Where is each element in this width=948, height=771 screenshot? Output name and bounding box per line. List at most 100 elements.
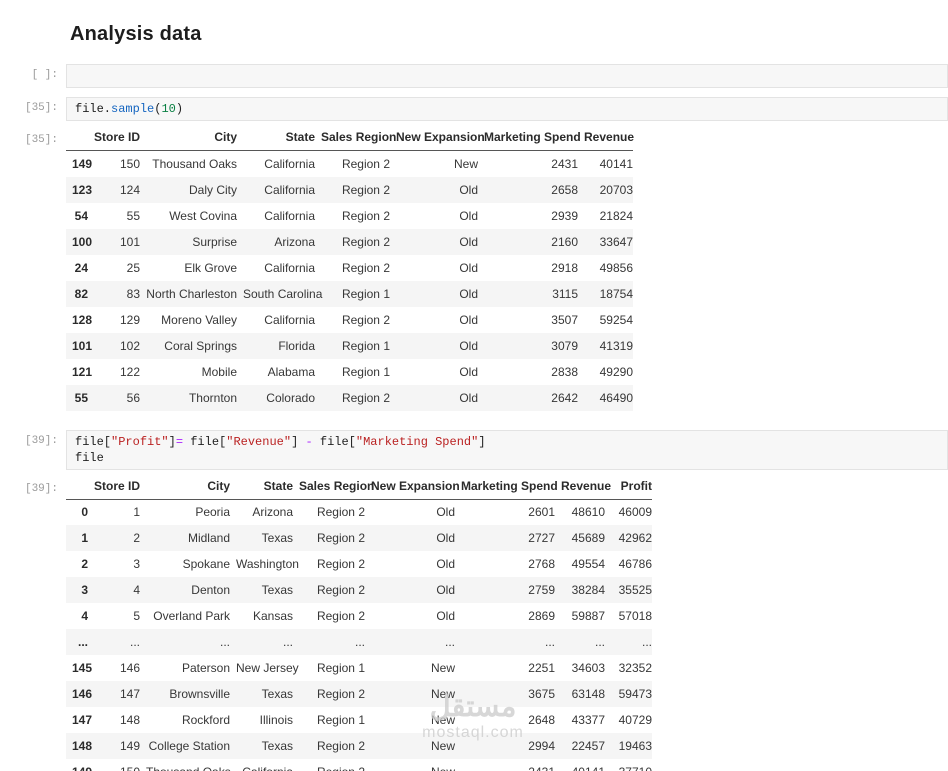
- table-cell: Region 2: [341, 260, 390, 275]
- table-row: 100 101 Surprise Arizona Region 2 Old 2160 3364…: [66, 228, 633, 255]
- table-row: 148 149 College Station Texas Region 2 New 299…: [66, 733, 652, 759]
- table-row: 24 25 Elk Grove California Region 2 Old 2918 49…: [66, 255, 633, 281]
- dataframe-sample10: Store ID City State Sales Region New Expansi…: [66, 129, 634, 411]
- table-cell: Thousand Oaks: [140, 759, 231, 771]
- table-row: 55 56 Thornton Colorado Region 2 Old 2642 46490: [66, 384, 633, 411]
- table-cell: New: [430, 687, 455, 701]
- table-cell: Region 2: [316, 739, 365, 753]
- code-line: file: [75, 450, 939, 466]
- table-row: ...........................: [66, 629, 652, 655]
- code-token: file.: [75, 102, 112, 116]
- table-cell: 2658: [551, 182, 578, 197]
- table-cell: 148: [119, 713, 140, 727]
- table-cell: 2918: [551, 260, 578, 275]
- column-header: City: [140, 477, 230, 500]
- table-cell: Region 1: [316, 713, 365, 727]
- table-cell: 1: [133, 505, 140, 520]
- table-cell: Rockford: [181, 713, 230, 727]
- row-index: 24: [74, 260, 88, 275]
- table-cell: Old: [436, 609, 455, 623]
- table-cell: 21824: [599, 208, 633, 223]
- table-cell: New: [453, 156, 478, 171]
- table-cell: 46786: [618, 557, 652, 571]
- code-input-39[interactable]: file["Profit"]= file["Revenue"] - file["…: [66, 429, 948, 470]
- row-index: 101: [72, 338, 93, 353]
- table-row: 0 1 Peoria Arizona Region 2 Old 2601 48610 46009: [66, 499, 652, 525]
- table-cell: Illinois: [259, 713, 293, 727]
- table-cell: 150: [88, 759, 140, 771]
- table-cell: 20703: [599, 182, 633, 197]
- column-header: State: [237, 129, 315, 151]
- table-cell: Old: [459, 182, 478, 197]
- table-cell: Midland: [187, 531, 230, 545]
- code-token: "Marketing Spend": [355, 434, 479, 449]
- table-header-row: Store ID City State Sales Region New Expansi…: [66, 129, 634, 151]
- row-index: 3: [81, 583, 88, 597]
- table-cell: Region 2: [316, 609, 365, 623]
- table-cell: 2431: [455, 759, 555, 771]
- code-input-35[interactable]: file.sample(10): [66, 97, 948, 121]
- column-header: Sales Region: [293, 477, 374, 500]
- table-cell: 63148: [571, 687, 605, 701]
- table-cell: Region 2: [293, 759, 365, 771]
- table-cell: Colorado: [266, 390, 315, 405]
- table-cell: 56: [126, 390, 140, 405]
- table-row: 3 4 Denton Texas Region 2 Old 2759 38284 35525: [66, 577, 652, 603]
- code-input-empty[interactable]: [66, 64, 948, 88]
- table-cell: Region 2: [316, 583, 365, 597]
- table-cell: ...: [282, 635, 293, 649]
- code-token: "Revenue": [226, 434, 292, 449]
- table-cell: 3079: [551, 338, 578, 353]
- row-index: 1: [81, 531, 88, 545]
- table-cell: 5: [133, 609, 140, 623]
- table-corner: [66, 477, 88, 500]
- input-prompt: [ ]:: [31, 69, 58, 81]
- table-cell: 146: [119, 661, 140, 675]
- table-cell: Region 2: [341, 390, 390, 405]
- column-header: New Expansion: [390, 129, 485, 151]
- row-index: 55: [74, 390, 88, 405]
- table-cell: Region 2: [341, 208, 390, 223]
- table-cell: New: [430, 661, 455, 675]
- table-cell: Region 1: [341, 364, 390, 379]
- code-token: ): [175, 102, 184, 116]
- table-cell: 2: [133, 531, 140, 545]
- table-cell: South Carolina: [243, 286, 323, 301]
- output-prompt: [39]:: [24, 482, 58, 495]
- table-cell: 49554: [571, 557, 605, 571]
- table-cell: Region 2: [341, 234, 390, 249]
- table-cell: 48610: [571, 505, 605, 520]
- table-cell: Old: [459, 260, 478, 275]
- row-index: 148: [72, 739, 93, 753]
- column-header: Profit: [605, 477, 652, 500]
- table-cell: Thornton: [188, 390, 237, 405]
- table-cell: 38284: [571, 583, 605, 597]
- code-token: ]: [478, 434, 486, 449]
- input-prompt: [39]:: [24, 434, 58, 447]
- row-index: 149: [66, 759, 92, 771]
- table-cell: Old: [459, 312, 478, 327]
- row-index: 100: [72, 234, 93, 249]
- table-cell: Alabama: [267, 364, 315, 379]
- table-cell: 3: [133, 557, 140, 571]
- table-cell: New: [365, 759, 455, 771]
- row-index: 2: [81, 557, 88, 571]
- table-cell: Mobile: [201, 364, 237, 379]
- table-cell: 2759: [528, 583, 555, 597]
- table-cell: ...: [641, 635, 652, 649]
- table-cell: 83: [126, 286, 140, 301]
- table-cell: Coral Springs: [164, 338, 237, 353]
- table-cell: 37710: [605, 759, 652, 771]
- table-cell: 2727: [528, 531, 555, 545]
- table-cell: Region 2: [316, 505, 365, 520]
- output-cell-35: [35]: Store ID City State Sales Region New E…: [0, 129, 948, 411]
- table-cell: California: [264, 208, 315, 223]
- code-token: file[: [75, 434, 112, 449]
- table-cell: 122: [119, 364, 140, 379]
- table-cell: Old: [436, 557, 455, 571]
- table-cell: 22457: [571, 739, 605, 753]
- row-index: 145: [72, 661, 93, 675]
- table-cell: 59254: [599, 312, 633, 327]
- row-index: 54: [74, 208, 88, 223]
- table-cell: 2648: [528, 713, 555, 727]
